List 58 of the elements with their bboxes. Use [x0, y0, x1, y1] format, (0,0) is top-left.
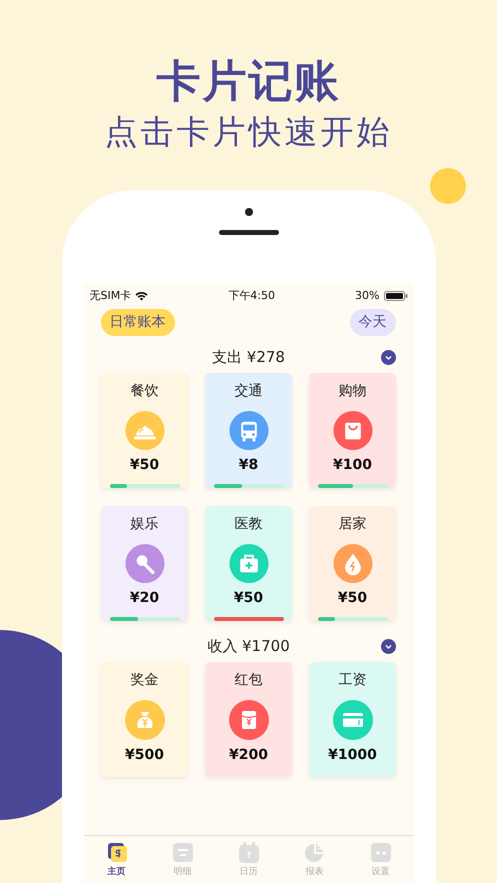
category-card[interactable]: 医教 ¥50	[205, 506, 292, 621]
camera-dot	[244, 208, 252, 216]
medical-kit-icon	[228, 544, 268, 584]
category-name: 奖金	[130, 670, 158, 689]
category-card[interactable]: 红包 ¥200	[205, 662, 292, 777]
headline-subtitle: 点击卡片快速开始	[104, 112, 394, 152]
money-bag-icon	[124, 700, 164, 740]
category-name: 娱乐	[130, 514, 158, 533]
category-amount: ¥50	[130, 456, 160, 474]
wifi-icon	[135, 290, 148, 301]
category-card[interactable]: 购物 ¥100	[309, 372, 396, 488]
category-card[interactable]: 工资 ¥1000	[309, 662, 396, 777]
section-title: 收入 ¥1700	[207, 636, 290, 655]
category-name: 医教	[234, 514, 262, 533]
category-amount: ¥50	[234, 589, 264, 608]
category-amount: ¥20	[130, 589, 160, 608]
status-time: 下午4:50	[228, 288, 275, 304]
category-amount: ¥500	[125, 746, 164, 764]
category-card[interactable]: 奖金 ¥500	[101, 662, 188, 777]
category-name: 餐饮	[130, 382, 158, 400]
calendar-icon	[238, 842, 260, 863]
category-amount: ¥8	[238, 456, 258, 474]
today-button[interactable]: 今天	[350, 308, 396, 336]
category-amount: ¥200	[229, 746, 268, 764]
category-card[interactable]: 娱乐 ¥20	[101, 506, 188, 621]
flame-drop-icon	[332, 544, 372, 584]
tab-bar-item[interactable]: 主页	[96, 842, 136, 883]
category-name: 红包	[234, 670, 262, 689]
pie-chart-icon	[304, 842, 326, 863]
category-name: 居家	[338, 514, 366, 533]
chevron-down-icon[interactable]	[380, 638, 396, 654]
category-card[interactable]: 交通 ¥8	[205, 372, 292, 488]
battery-percent: 30%	[355, 288, 380, 304]
battery-icon	[384, 290, 408, 301]
category-name: 购物	[338, 382, 366, 400]
card-icon	[332, 700, 372, 740]
speaker-slot	[218, 230, 278, 235]
carrier-text: 无SIM卡	[90, 288, 132, 304]
category-card[interactable]: 餐饮 ¥50	[101, 372, 188, 488]
envelope-icon	[228, 700, 268, 740]
dollar-card-icon	[106, 842, 128, 863]
category-name: 交通	[234, 382, 262, 400]
settings-icon	[370, 842, 392, 863]
headline-title: 卡片记账	[156, 55, 342, 106]
book-button[interactable]: 日常账本	[100, 308, 174, 336]
category-amount: ¥1000	[328, 746, 377, 764]
category-card[interactable]: 居家 ¥50	[309, 506, 396, 621]
decor-circle	[430, 168, 466, 204]
list-icon	[172, 842, 194, 863]
cloche-icon	[124, 410, 164, 450]
section-title: 支出 ¥278	[212, 348, 285, 366]
category-name: 工资	[338, 670, 366, 689]
chevron-down-icon[interactable]	[380, 350, 396, 365]
microphone-icon	[124, 544, 164, 584]
category-amount: ¥50	[338, 589, 368, 608]
bus-icon	[228, 410, 268, 450]
shopping-bag-icon	[332, 410, 372, 450]
category-amount: ¥100	[333, 456, 372, 474]
